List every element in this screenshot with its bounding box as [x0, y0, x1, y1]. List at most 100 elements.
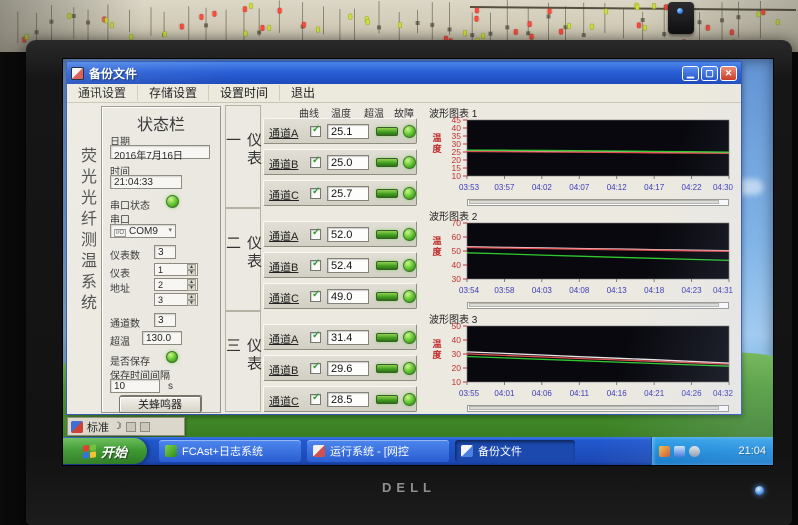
- overtemp-led: [376, 127, 398, 136]
- monitor-power-led: [755, 486, 764, 495]
- curve-checkbox[interactable]: ✓: [310, 332, 321, 343]
- input-method-icon[interactable]: [71, 421, 83, 433]
- chart-h-scrollbar[interactable]: [467, 302, 729, 309]
- instrument-count-field[interactable]: 3: [154, 245, 176, 259]
- curve-checkbox[interactable]: ✓: [310, 126, 321, 137]
- chart-h-scrollbar[interactable]: [467, 199, 729, 206]
- taskbar-task-log-system[interactable]: FCAst+日志系统: [159, 440, 301, 462]
- ime-minimize-button[interactable]: [140, 422, 150, 432]
- status-panel: 状态栏 日期 2016年7月16日 时间 21:04:33 串口状态 串口 I/…: [101, 106, 221, 413]
- svg-text:温: 温: [432, 338, 441, 349]
- menu-comm-settings[interactable]: 通讯设置: [67, 85, 138, 101]
- scrollbar-thumb[interactable]: [469, 200, 719, 204]
- svg-text:04:32: 04:32: [713, 389, 734, 398]
- menu-exit[interactable]: 退出: [280, 85, 326, 101]
- curve-checkbox[interactable]: ✓: [310, 229, 321, 240]
- check-icon: ✓: [312, 330, 320, 341]
- check-icon: ✓: [312, 361, 320, 372]
- titlebar[interactable]: 备份文件 ▁ ▢ ✕: [67, 62, 741, 84]
- check-icon: ✓: [312, 289, 320, 300]
- status-panel-title: 状态栏: [102, 111, 220, 135]
- temperature-display: 29.6: [327, 361, 369, 376]
- scrollbar-thumb[interactable]: [469, 303, 719, 307]
- taskbar-task-run-system[interactable]: 运行系统 - [网控: [307, 440, 449, 462]
- channel-label: 通道B: [269, 362, 298, 378]
- chart-title: 波形图表 1: [429, 105, 735, 117]
- maximize-button[interactable]: ▢: [701, 66, 718, 81]
- svg-text:70: 70: [452, 220, 462, 228]
- curve-checkbox[interactable]: ✓: [310, 394, 321, 405]
- temperature-display: 25.1: [327, 124, 369, 139]
- temperature-display: 25.0: [327, 155, 369, 170]
- tray-icon-2[interactable]: [674, 446, 685, 457]
- spinner-arrows-icon[interactable]: ▲▼: [187, 294, 196, 305]
- check-icon: ✓: [312, 258, 320, 269]
- channel-label: 通道B: [269, 156, 298, 172]
- svg-text:04:02: 04:02: [532, 183, 553, 192]
- channel-label: 通道A: [269, 228, 298, 244]
- temperature-display: 52.4: [327, 258, 369, 273]
- channel-count-field[interactable]: 3: [154, 313, 176, 327]
- spinner-arrows-icon[interactable]: ▲▼: [187, 279, 196, 290]
- curve-checkbox[interactable]: ✓: [310, 157, 321, 168]
- menu-set-time[interactable]: 设置时间: [209, 85, 280, 101]
- curve-checkbox[interactable]: ✓: [310, 260, 321, 271]
- svg-text:60: 60: [452, 232, 462, 242]
- device-led: [677, 8, 683, 14]
- taskbar-task-backup-file[interactable]: 备份文件: [455, 440, 575, 462]
- close-button[interactable]: ✕: [720, 66, 737, 81]
- curve-checkbox[interactable]: ✓: [310, 188, 321, 199]
- taskbar: 开始 FCAst+日志系统 运行系统 - [网控 备份文件: [63, 437, 773, 465]
- instrument-cell: 仪表一: [225, 105, 261, 208]
- chevron-down-icon: ▾: [168, 226, 172, 234]
- buzzer-off-button[interactable]: 关蜂鸣器: [119, 396, 201, 413]
- window-title: 备份文件: [89, 65, 137, 82]
- svg-text:04:31: 04:31: [713, 286, 734, 295]
- language-bar[interactable]: 标准 ☽: [67, 417, 185, 436]
- curve-checkbox[interactable]: ✓: [310, 363, 321, 374]
- address-spinner-1[interactable]: 1▲▼: [154, 263, 198, 276]
- svg-text:03:54: 03:54: [459, 286, 480, 295]
- svg-text:04:08: 04:08: [569, 286, 590, 295]
- windows-flag-icon: [83, 444, 96, 458]
- task-icon: [461, 445, 473, 457]
- start-button[interactable]: 开始: [63, 438, 147, 464]
- moon-icon[interactable]: ☽: [113, 421, 122, 432]
- channel-row: 通道A ✓ 31.4: [263, 324, 417, 350]
- tray-icon-3[interactable]: [689, 446, 700, 457]
- fault-led: [403, 187, 416, 200]
- instrument-cell: 仪表二: [225, 208, 261, 311]
- tray-icon-1[interactable]: [659, 446, 670, 457]
- svg-text:03:58: 03:58: [494, 286, 515, 295]
- channel-row: 通道B ✓ 52.4: [263, 252, 417, 278]
- svg-text:04:11: 04:11: [570, 389, 590, 398]
- chart-title: 波形图表 3: [429, 311, 735, 323]
- check-icon: ✓: [312, 124, 320, 135]
- temperature-display: 31.4: [327, 330, 369, 345]
- svg-text:度: 度: [432, 349, 442, 360]
- channel-row: 通道B ✓ 25.0: [263, 149, 417, 175]
- fault-led: [403, 393, 416, 406]
- ime-mode-label[interactable]: 标准: [87, 419, 109, 435]
- curve-checkbox[interactable]: ✓: [310, 291, 321, 302]
- svg-text:04:03: 04:03: [532, 286, 553, 295]
- address-spinner-3[interactable]: 3▲▼: [154, 293, 198, 306]
- svg-text:50: 50: [452, 246, 462, 256]
- tray-clock: 21:04: [738, 445, 766, 457]
- overtemp-setpoint-field[interactable]: 130.0: [142, 331, 182, 345]
- serial-port-combo[interactable]: I/OCOM9▾: [110, 224, 176, 238]
- save-led[interactable]: [166, 351, 178, 363]
- channel-row: 通道C ✓ 28.5: [263, 386, 417, 412]
- svg-text:50: 50: [452, 323, 462, 331]
- spinner-arrows-icon[interactable]: ▲▼: [187, 264, 196, 275]
- instrument-name: 仪表一: [222, 131, 264, 182]
- save-interval-field[interactable]: 10: [110, 379, 160, 393]
- scrollbar-thumb[interactable]: [469, 406, 719, 410]
- save-interval-unit: s: [168, 381, 173, 392]
- chart-plot: 温度304050607003:5403:5804:0304:0804:1304:…: [423, 220, 735, 302]
- address-spinner-2[interactable]: 2▲▼: [154, 278, 198, 291]
- ime-option-button[interactable]: [126, 422, 136, 432]
- minimize-button[interactable]: ▁: [682, 66, 699, 81]
- menu-storage-settings[interactable]: 存储设置: [138, 85, 209, 101]
- chart-h-scrollbar[interactable]: [467, 405, 729, 412]
